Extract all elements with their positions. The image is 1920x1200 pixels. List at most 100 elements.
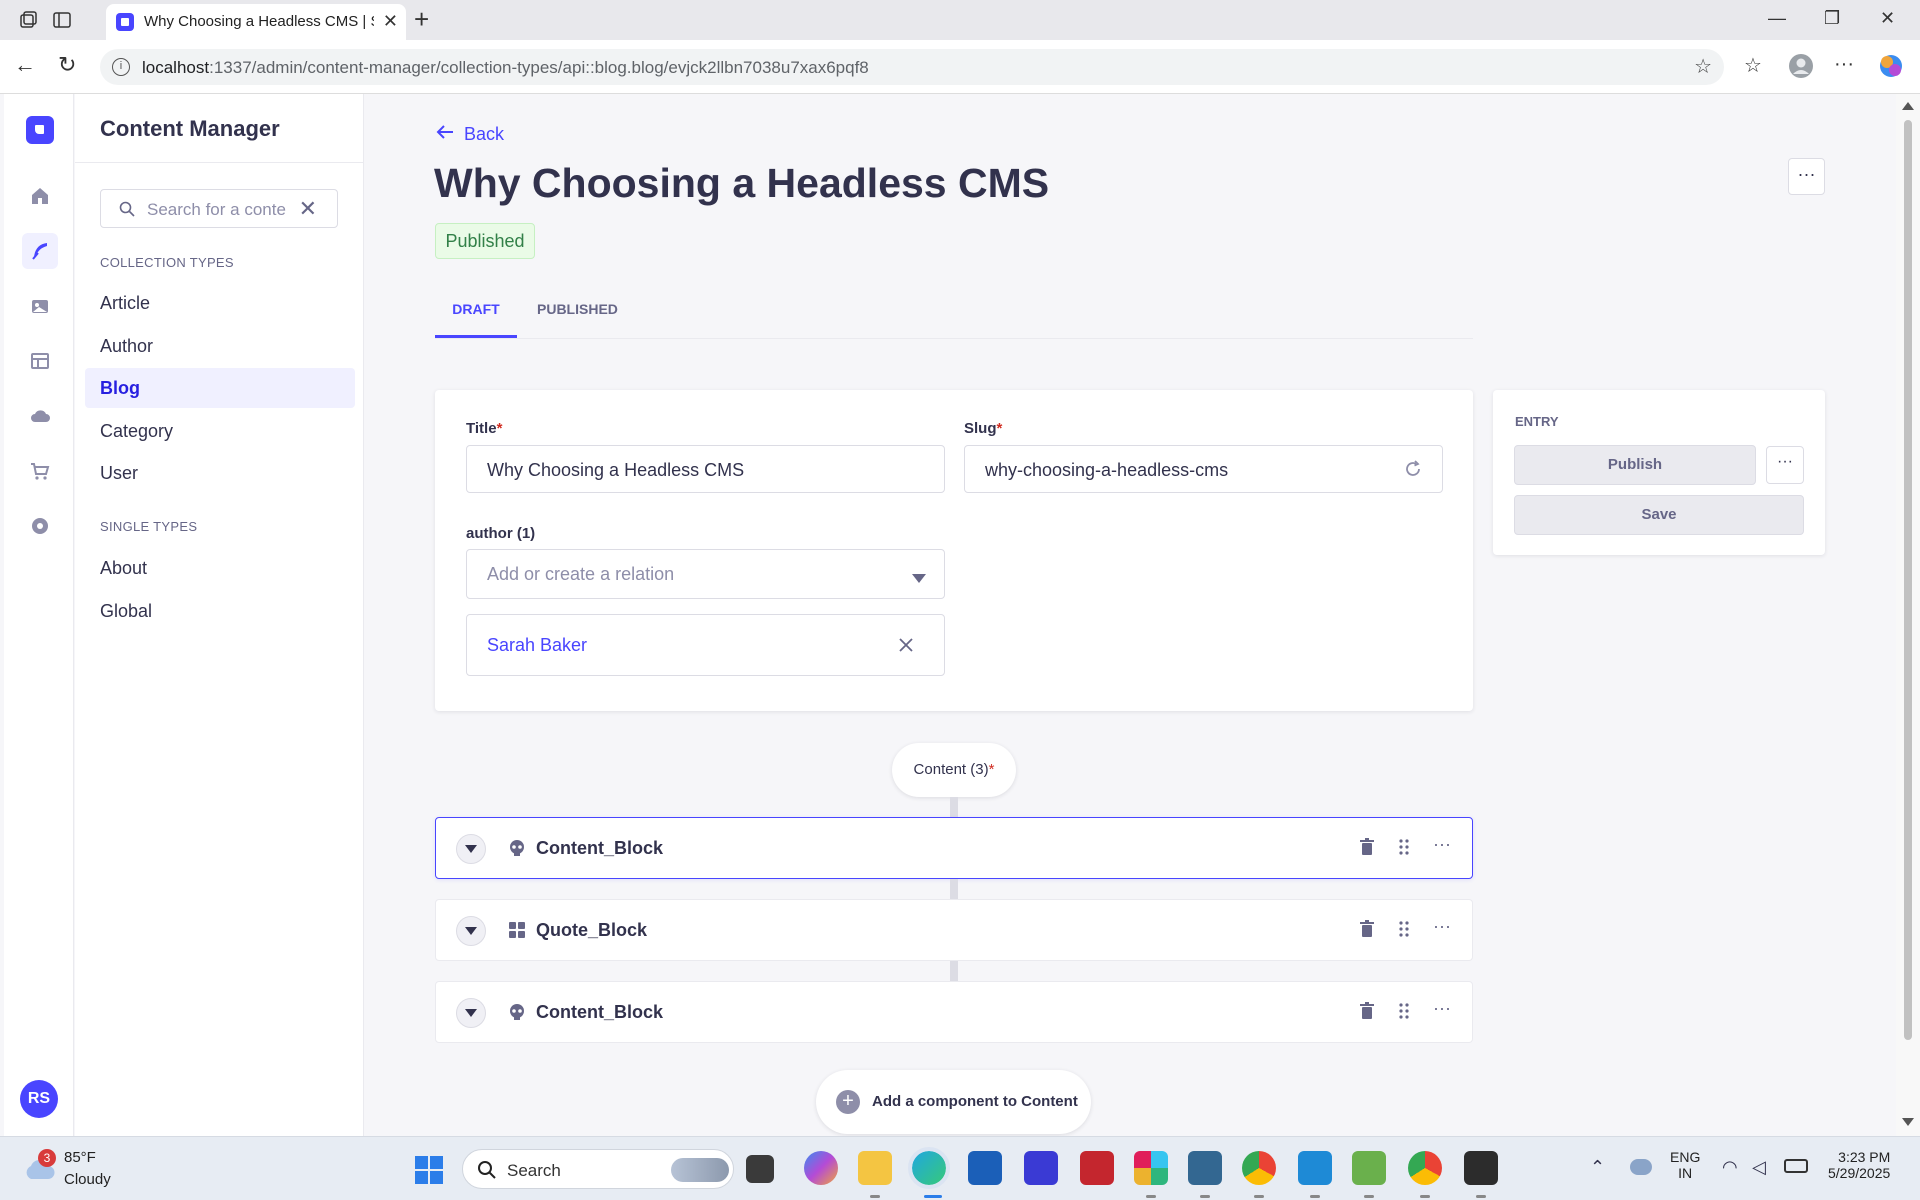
save-button[interactable]: Save: [1514, 495, 1804, 535]
scroll-up-icon[interactable]: [1902, 102, 1914, 110]
language-indicator[interactable]: ENG IN: [1670, 1149, 1700, 1181]
battery-icon[interactable]: [1784, 1159, 1808, 1173]
component-name: Content_Block: [536, 838, 664, 858]
home-nav-icon[interactable]: [22, 178, 58, 214]
clear-search-icon[interactable]: ✕: [299, 196, 317, 222]
slug-input[interactable]: why-choosing-a-headless-cms: [964, 445, 1443, 493]
settings-gear-icon[interactable]: [22, 508, 58, 544]
new-tab-icon[interactable]: +: [414, 4, 429, 35]
search-highlight-icon: [671, 1158, 729, 1182]
vscode-icon[interactable]: [1298, 1151, 1332, 1185]
sidebar-item-blog[interactable]: Blog: [85, 368, 355, 408]
copilot-icon[interactable]: [1878, 53, 1904, 85]
profile-icon[interactable]: [1788, 53, 1814, 85]
app-icon[interactable]: [1024, 1151, 1058, 1185]
clock[interactable]: 3:23 PM 5/29/2025: [1828, 1149, 1890, 1181]
caret-down-icon[interactable]: [912, 570, 926, 588]
trash-icon[interactable]: [1359, 1002, 1375, 1025]
relation-combobox[interactable]: Add or create a relation: [466, 549, 945, 599]
reload-icon[interactable]: ↻: [58, 52, 76, 78]
chevron-down-icon[interactable]: [456, 916, 486, 946]
author-field-label: author (1): [466, 525, 536, 542]
content-manager-nav-icon[interactable]: [22, 233, 58, 269]
page-scrollbar[interactable]: [1896, 94, 1920, 1136]
drag-handle-icon[interactable]: [1398, 920, 1410, 943]
scroll-down-icon[interactable]: [1902, 1118, 1914, 1126]
sidebar-item-about[interactable]: About: [85, 548, 355, 588]
content-type-search-input[interactable]: Search for a conte ✕: [100, 189, 338, 228]
component-item[interactable]: Content_Block ···: [435, 817, 1473, 879]
chrome-icon[interactable]: [1242, 1151, 1276, 1185]
minimize-icon[interactable]: —: [1768, 8, 1786, 29]
window-close-icon[interactable]: ✕: [1880, 8, 1895, 29]
chevron-down-icon[interactable]: [456, 834, 486, 864]
drag-handle-icon[interactable]: [1398, 1002, 1410, 1025]
sidebar-item-category[interactable]: Category: [85, 411, 355, 451]
favorite-star-icon[interactable]: ☆: [1694, 54, 1712, 79]
tray-chevron-up-icon[interactable]: ⌃: [1590, 1157, 1605, 1178]
taskbar-search[interactable]: Search: [462, 1149, 734, 1189]
close-tab-icon[interactable]: ✕: [383, 11, 398, 32]
tab-published[interactable]: PUBLISHED: [537, 290, 618, 338]
drag-handle-icon[interactable]: [1398, 838, 1410, 861]
browser-back-icon[interactable]: ←: [14, 52, 36, 78]
entry-more-button[interactable]: ···: [1766, 446, 1804, 484]
add-component-button[interactable]: + Add a component to Content: [816, 1070, 1091, 1134]
task-view-icon[interactable]: [746, 1155, 774, 1183]
title-input[interactable]: Why Choosing a Headless CMS: [466, 445, 945, 493]
tab-draft[interactable]: DRAFT: [435, 290, 517, 338]
content-type-builder-nav-icon[interactable]: [22, 343, 58, 379]
browser-menu-icon[interactable]: ···: [1834, 53, 1854, 76]
sidebar-item-author[interactable]: Author: [85, 326, 355, 366]
url-field[interactable]: i localhost:1337/admin/content-manager/c…: [100, 49, 1724, 85]
paint-app-icon[interactable]: [1352, 1151, 1386, 1185]
relation-item-link[interactable]: Sarah Baker: [487, 635, 587, 656]
file-explorer-icon[interactable]: [858, 1151, 892, 1185]
browser-tab-active[interactable]: Why Choosing a Headless CMS | S ✕: [106, 4, 406, 40]
component-more-icon[interactable]: ···: [1433, 916, 1451, 937]
trash-icon[interactable]: [1359, 920, 1375, 943]
weather-temp[interactable]: 85°F: [64, 1149, 96, 1166]
more-actions-button[interactable]: ···: [1788, 158, 1825, 195]
restore-icon[interactable]: ❐: [1824, 8, 1840, 29]
terminal-icon[interactable]: [1464, 1151, 1498, 1185]
back-link[interactable]: Back: [436, 124, 504, 145]
sidebar-item-article[interactable]: Article: [85, 283, 355, 323]
volume-icon[interactable]: ◁: [1752, 1157, 1766, 1178]
onedrive-icon[interactable]: [1630, 1159, 1652, 1175]
trash-icon[interactable]: [1359, 838, 1375, 861]
user-avatar[interactable]: RS: [20, 1080, 58, 1118]
copilot-app-icon[interactable]: [804, 1151, 838, 1185]
slack-icon[interactable]: [1134, 1151, 1168, 1185]
workspaces-icon[interactable]: [18, 10, 38, 30]
component-item[interactable]: Quote_Block ···: [435, 899, 1473, 961]
browser-tab-title: Why Choosing a Headless CMS | S: [144, 13, 374, 30]
component-more-icon[interactable]: ···: [1433, 834, 1451, 855]
publish-button[interactable]: Publish: [1514, 445, 1756, 485]
weather-badge: 3: [38, 1149, 56, 1167]
marketplace-nav-icon[interactable]: [22, 453, 58, 489]
mcafee-icon[interactable]: [1080, 1151, 1114, 1185]
component-item[interactable]: Content_Block ···: [435, 981, 1473, 1043]
scroll-thumb[interactable]: [1904, 120, 1912, 1040]
slug-input-value: why-choosing-a-headless-cms: [985, 460, 1229, 480]
media-library-nav-icon[interactable]: [22, 288, 58, 324]
strapi-logo-icon[interactable]: [26, 116, 54, 144]
wifi-icon[interactable]: ◠: [1722, 1157, 1738, 1178]
favorites-icon[interactable]: ☆: [1744, 53, 1762, 78]
sidebar-item-global[interactable]: Global: [85, 591, 355, 631]
chevron-down-icon[interactable]: [456, 998, 486, 1028]
vertical-tabs-icon[interactable]: [52, 10, 72, 30]
postgres-icon[interactable]: [1188, 1151, 1222, 1185]
cloud-nav-icon[interactable]: [22, 398, 58, 434]
sidebar-item-user[interactable]: User: [85, 453, 355, 493]
remove-relation-icon[interactable]: [898, 637, 914, 658]
regenerate-icon[interactable]: [1404, 460, 1422, 483]
site-info-icon[interactable]: i: [112, 58, 130, 76]
connector-line: [950, 879, 958, 899]
ms-store-icon[interactable]: [968, 1151, 1002, 1185]
chrome-profile-icon[interactable]: [1408, 1151, 1442, 1185]
windows-start-icon[interactable]: [414, 1155, 444, 1190]
edge-browser-icon[interactable]: [908, 1147, 950, 1189]
component-more-icon[interactable]: ···: [1433, 998, 1451, 1019]
